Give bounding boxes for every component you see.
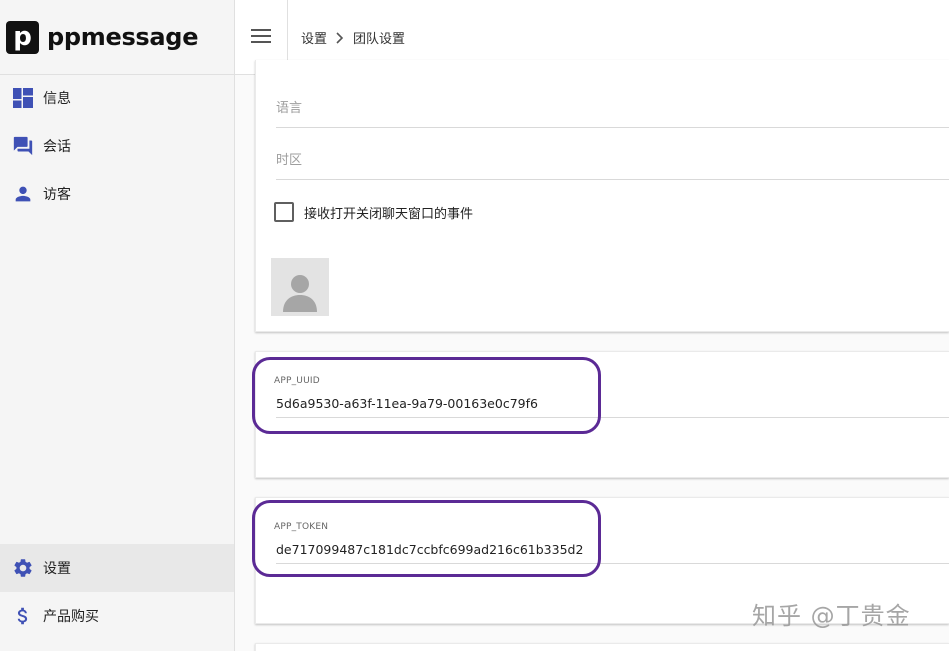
sidebar-item-conversations[interactable]: 会话 xyxy=(0,122,234,170)
dashboard-icon xyxy=(12,87,34,109)
app-token-value: de717099487c181dc7ccbfc699ad216c61b335d2 xyxy=(276,542,584,557)
sidebar-item-visitors[interactable]: 访客 xyxy=(0,170,234,218)
language-select[interactable]: 语言 xyxy=(276,97,949,128)
sidebar-item-label: 访客 xyxy=(43,187,71,203)
gear-icon xyxy=(12,557,34,579)
app-uuid-value: 5d6a9530-a63f-11ea-9a79-00163e0c79f6 xyxy=(276,396,538,411)
app-token-label: APP_TOKEN xyxy=(274,522,329,532)
hamburger-icon xyxy=(251,28,271,47)
sidebar: p ppmessage 信息 会话 访客 设置 产品购买 xyxy=(0,0,235,651)
sidebar-item-purchase[interactable]: 产品购买 xyxy=(0,592,234,640)
avatar-placeholder-icon xyxy=(282,272,318,316)
breadcrumb: 设置 团队设置 xyxy=(301,28,405,47)
dollar-icon xyxy=(12,605,34,627)
person-icon xyxy=(12,183,34,205)
chat-window-events-label: 接收打开关闭聊天窗口的事件 xyxy=(304,207,474,222)
next-card xyxy=(255,643,949,651)
logo-mark: p xyxy=(6,20,39,54)
sidebar-item-label: 信息 xyxy=(43,91,71,107)
app-token-field[interactable]: APP_TOKEN de717099487c181dc7ccbfc699ad21… xyxy=(274,522,949,564)
sidebar-item-messages[interactable]: 信息 xyxy=(0,74,234,122)
sidebar-item-label: 产品购买 xyxy=(43,609,99,625)
timezone-placeholder: 时区 xyxy=(276,153,303,168)
watermark: 知乎 @丁贵金 xyxy=(752,602,911,630)
team-settings-card: 语言 时区 接收打开关闭聊天窗口的事件 xyxy=(255,60,949,332)
timezone-select[interactable]: 时区 xyxy=(276,149,949,180)
app-uuid-card: APP_UUID 5d6a9530-a63f-11ea-9a79-00163e0… xyxy=(255,351,949,478)
app-name: ppmessage xyxy=(47,23,199,51)
language-placeholder: 语言 xyxy=(276,101,303,116)
team-avatar[interactable] xyxy=(271,258,329,316)
chevron-right-icon xyxy=(335,31,345,44)
sidebar-item-label: 会话 xyxy=(43,139,71,155)
app-logo[interactable]: p ppmessage xyxy=(0,0,234,75)
sidebar-item-label: 设置 xyxy=(43,561,71,577)
app-uuid-field[interactable]: APP_UUID 5d6a9530-a63f-11ea-9a79-00163e0… xyxy=(274,376,949,418)
breadcrumb-team-settings: 团队设置 xyxy=(353,32,406,47)
chat-window-events-checkbox[interactable] xyxy=(274,202,294,222)
forum-icon xyxy=(12,135,34,157)
sidebar-item-settings[interactable]: 设置 xyxy=(0,544,234,592)
app-uuid-label: APP_UUID xyxy=(274,376,320,386)
breadcrumb-settings[interactable]: 设置 xyxy=(301,28,327,47)
